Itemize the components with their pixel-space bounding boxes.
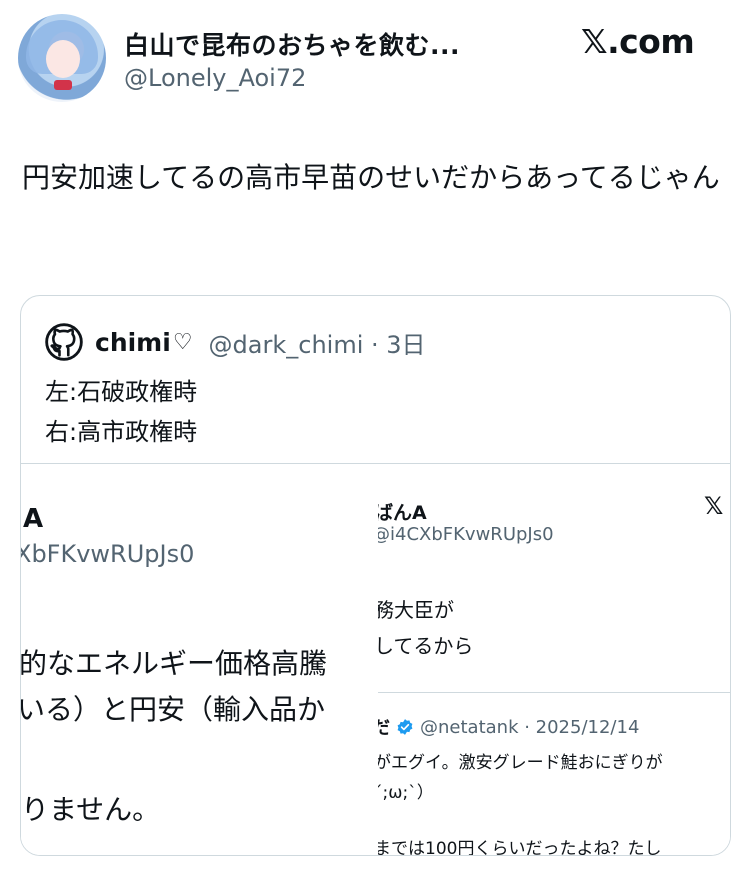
media-image-right[interactable]: ばんA @i4CXbFKvwRUpJs0 𝕏 務大臣が してるから だ @net… [378,464,730,856]
left-image-line: いる）と円安（輸入品か [21,693,326,726]
embedded-tweet-line: ´;ω;`） [378,783,434,803]
right-image-line: 務大臣が [378,598,454,622]
right-image-line: してるから [378,634,474,658]
embedded-tweet-line: がエグイ。激安グレード鮭おにぎりが [378,753,663,773]
embedded-author-handle-time: @netatank · 2025/12/14 [420,716,640,738]
verified-badge-icon [397,719,413,735]
quoted-author-name[interactable]: chimi [95,328,171,357]
embedded-tweet-line: までは100円くらいだったよね？たし [378,839,662,856]
left-image-line: 的なエネルギー価格高騰 [21,647,328,680]
quoted-tweet-header: chimi ♡ @dark_chimi · 3日 [45,323,426,361]
quoted-media[interactable]: A XbFKvwRUpJs0 的なエネルギー価格高騰 いる）と円安（輸入品か り… [21,463,730,856]
avatar-bow [54,80,72,90]
left-image-handle: XbFKvwRUpJs0 [21,540,195,568]
x-logo-icon: 𝕏 [704,492,724,520]
media-image-left[interactable]: A XbFKvwRUpJs0 的なエネルギー価格高騰 いる）と円安（輸入品か り… [21,464,378,855]
quoted-tweet[interactable]: chimi ♡ @dark_chimi · 3日 左:石破政権時 右:高市政権時… [20,295,731,856]
right-image-handle: @i4CXbFKvwRUpJs0 [378,524,554,545]
left-image-name: A [23,504,44,534]
author-handle[interactable]: @Lonely_Aoi72 [124,64,306,92]
tweet-text: 円安加速してるの高市早苗のせいだからあってるじゃん [22,161,720,194]
x-com-logo[interactable]: 𝕏.com [581,22,695,61]
embedded-author-name: だ [378,714,390,740]
heart-icon: ♡ [172,329,193,355]
quoted-line-right: 右:高市政権時 [45,418,198,446]
right-image-name: ばんA [378,502,427,524]
avatar-face [46,40,80,78]
embedded-tweet-header: だ @netatank · 2025/12/14 [378,714,639,740]
github-icon [45,323,83,361]
divider [378,692,730,693]
left-image-line: りません。 [21,793,161,826]
author-display-name[interactable]: 白山で昆布のおちゃを飲む... [124,26,460,62]
quoted-line-left: 左:石破政権時 [45,378,198,406]
quoted-tweet-text: 左:石破政権時 右:高市政権時 [45,372,197,452]
quoted-author-handle-time[interactable]: @dark_chimi · 3日 [209,325,426,360]
tweet-header: 白山で昆布のおちゃを飲む... @Lonely_Aoi72 𝕏.com [0,0,740,120]
avatar[interactable] [18,14,106,102]
